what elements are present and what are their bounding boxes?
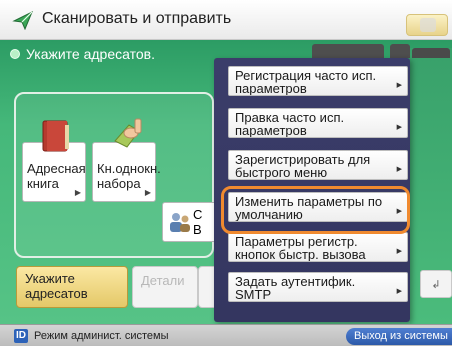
menu-item-label: Регистрация часто исп. параметров (235, 68, 377, 96)
chevron-right-icon: ▶ (396, 166, 402, 173)
highlight-outline (221, 186, 410, 234)
menu-item-edit-favorites[interactable]: Правка часто исп. параметров ▶ (228, 108, 408, 138)
partial-tile-label: СВ (193, 207, 203, 237)
menu-item-label: Параметры регистр. кнопок быстр. вызова (235, 234, 366, 262)
tile-label: Адресная книга (27, 161, 86, 191)
destination-frame: Адресная книга ▶ Кн.однокн. набора ▶ СВ (14, 92, 222, 258)
background-tab (390, 44, 410, 58)
top-right-button[interactable] (406, 14, 448, 36)
menu-item-label: Зарегистрировать для быстрого меню (235, 152, 371, 180)
specify-destinations-button[interactable]: Укажите адресатов (16, 266, 128, 308)
chevron-right-icon: ▶ (396, 288, 402, 295)
people-icon (170, 213, 190, 232)
one-touch-icon (114, 118, 142, 148)
admin-mode-text: Режим админист. системы (34, 330, 169, 342)
instruction-line: Укажите адресатов. (10, 46, 155, 62)
menu-item-smtp-auth[interactable]: Задать аутентифик. SMTP ▶ (228, 272, 408, 302)
background-tab (312, 44, 384, 58)
chevron-right-icon: ▶ (144, 188, 151, 197)
menu-item-register-favorites[interactable]: Регистрация часто исп. параметров ▶ (228, 66, 408, 96)
chevron-right-icon: ▶ (396, 124, 402, 131)
address-book-icon (42, 120, 69, 152)
logout-button[interactable]: Выход из системы (346, 328, 452, 345)
folder-icon (420, 18, 436, 32)
chevron-right-icon: ▶ (396, 248, 402, 255)
menu-item-quick-button-settings[interactable]: Параметры регистр. кнопок быстр. вызова … (228, 232, 408, 262)
chevron-right-icon: ▶ (396, 82, 402, 89)
window-title: Сканировать и отправить (42, 10, 232, 27)
partial-tile[interactable]: СВ (162, 202, 222, 242)
menu-item-register-quick-menu[interactable]: Зарегистрировать для быстрого меню ▶ (228, 150, 408, 180)
enter-button[interactable]: ↲ (420, 270, 452, 298)
instruction-text: Укажите адресатов. (26, 46, 155, 62)
title-bar: Сканировать и отправить (0, 0, 452, 40)
address-book-tile[interactable]: Адресная книга ▶ (22, 120, 86, 202)
send-arrow-icon (12, 10, 33, 30)
details-button[interactable]: Детали (132, 266, 198, 308)
menu-item-label: Правка часто исп. параметров (235, 110, 345, 138)
status-bar: ID Режим админист. системы Выход из сист… (0, 324, 452, 346)
admin-id-icon: ID (14, 329, 28, 343)
menu-item-label: Задать аутентифик. SMTP (235, 274, 356, 302)
one-touch-tile[interactable]: Кн.однокн. набора ▶ (92, 118, 161, 202)
background-tab (412, 48, 450, 58)
status-dot-icon (10, 49, 20, 59)
tile-label: Кн.однокн. набора (97, 161, 161, 191)
chevron-right-icon: ▶ (74, 188, 81, 197)
return-arrow-icon: ↲ (431, 279, 441, 291)
